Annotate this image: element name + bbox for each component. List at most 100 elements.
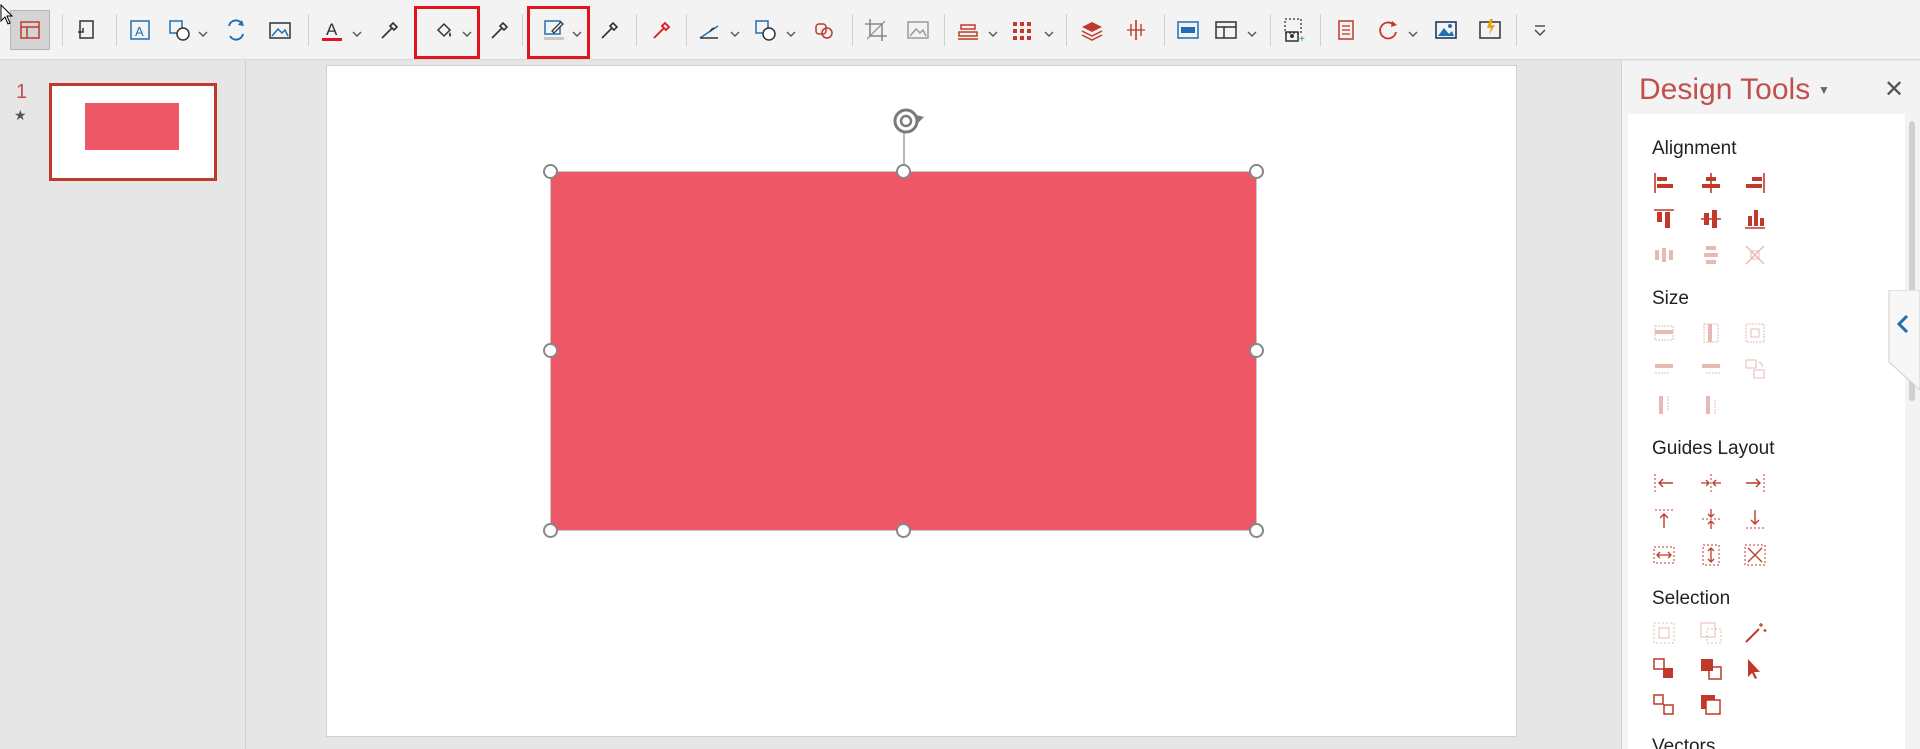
rotate-handle-icon[interactable] [886,103,926,139]
guide-center-arrows-icon[interactable] [1698,470,1724,496]
svg-text:A: A [326,20,338,39]
select-same-fill-icon[interactable] [1651,620,1677,646]
guide-top-arrow-icon[interactable] [1651,506,1677,532]
same-height-icon[interactable] [1698,320,1724,346]
resize-handle-bottom[interactable] [896,523,911,538]
crop-button[interactable] [856,10,896,50]
same-width-icon[interactable] [1651,320,1677,346]
presentation-button[interactable] [1470,10,1510,50]
selected-rectangle-shape[interactable] [550,171,1257,531]
stretch-left-icon[interactable] [1651,356,1677,382]
select-same-outline-icon[interactable] [1698,620,1724,646]
align-top-icon[interactable] [1651,206,1677,232]
guide-right-arrow-icon[interactable] [1742,470,1768,496]
toolbar-separator [1320,14,1321,46]
outline-eyedropper-button[interactable] [590,10,630,50]
toolbar: A A + [0,0,1920,60]
chevron-down-icon[interactable] [785,26,797,37]
more-icon [1534,25,1546,36]
guide-fit-all-icon[interactable] [1742,542,1768,568]
resize-handle-top-left[interactable] [543,164,558,179]
stretch-top-icon[interactable] [1651,392,1677,418]
rotate-image-icon [78,20,94,39]
notes-button[interactable] [1326,10,1366,50]
guide-bottom-arrow-icon[interactable] [1742,506,1768,532]
resize-handle-top-right[interactable] [1249,164,1264,179]
layout-button[interactable] [10,10,50,50]
text-box-button[interactable]: A [120,10,160,50]
guide-fit-width-icon[interactable] [1651,542,1677,568]
align-left-icon[interactable] [1651,170,1677,196]
align-bottom-icon[interactable] [1742,206,1768,232]
refresh-button[interactable] [1368,10,1408,50]
toolbar-separator [636,14,637,46]
toolbar-separator [852,14,853,46]
resize-handle-top[interactable] [896,164,911,179]
replace-button[interactable] [216,10,256,50]
center-guides-icon [1127,20,1145,40]
select-overlap-icon[interactable] [1651,656,1677,682]
pane-title: Design Tools [1639,73,1809,106]
expand-icon[interactable] [1742,242,1768,268]
fill-eyedropper-button[interactable] [480,10,520,50]
close-icon[interactable]: ✕ [1884,75,1904,104]
resize-handle-left[interactable] [543,343,558,358]
ungroup-button[interactable] [804,10,844,50]
picture-icon [907,21,929,39]
chevron-down-icon[interactable] [197,26,209,37]
select-arrow-icon[interactable] [1742,656,1768,682]
chevron-down-icon[interactable] [351,26,363,37]
guide-fit-height-icon[interactable] [1698,542,1724,568]
color-picker-button[interactable] [642,10,682,50]
select-back-icon[interactable] [1698,692,1724,718]
align-right-icon[interactable] [1742,170,1768,196]
distribute-horizontal-icon[interactable] [1651,242,1677,268]
shape-outline-icon [755,20,776,41]
font-eyedropper-button[interactable] [370,10,410,50]
chevron-down-icon[interactable] [1407,26,1419,37]
distribute-vertical-icon[interactable] [1698,242,1724,268]
svg-text:+: + [1299,34,1305,44]
resize-handle-bottom-right[interactable] [1249,523,1264,538]
image-button[interactable] [1426,10,1466,50]
same-size-icon[interactable] [1742,320,1768,346]
font-color-button[interactable]: A [312,10,352,50]
chevron-down-icon[interactable] [1043,26,1055,37]
guide-left-arrow-icon[interactable] [1651,470,1677,496]
chevron-down-icon[interactable] [1246,26,1258,37]
replace-icon [228,19,244,41]
shape-outline-button[interactable] [746,10,786,50]
rotate-image-button[interactable] [66,10,106,50]
frame-button[interactable] [1168,10,1208,50]
select-group-icon[interactable] [1651,692,1677,718]
swap-size-icon[interactable] [1742,356,1768,382]
chevron-down-icon[interactable] [729,26,741,37]
more-button[interactable] [1520,10,1560,50]
shapes-button[interactable] [160,10,200,50]
resize-handle-right[interactable] [1249,343,1264,358]
select-front-icon[interactable] [1698,656,1724,682]
table-layout-button[interactable] [1206,10,1246,50]
pane-options-dropdown[interactable]: ▼ [1818,83,1830,97]
align-center-icon[interactable] [1698,170,1724,196]
animation-star-icon: ★ [14,107,27,123]
guide-middle-arrows-icon[interactable] [1698,506,1724,532]
screenshot-button[interactable]: + [1274,10,1314,50]
slide-thumbnail[interactable] [49,83,217,181]
picture-button[interactable] [898,10,938,50]
stretch-bottom-icon[interactable] [1698,392,1724,418]
grid-icon [1013,22,1031,40]
chevron-down-icon[interactable] [987,26,999,37]
layers-button[interactable] [1072,10,1112,50]
grid-button[interactable] [1002,10,1042,50]
center-guides-button[interactable] [1116,10,1156,50]
collapse-panel-tab[interactable] [1883,289,1920,391]
resize-handle-bottom-left[interactable] [543,523,558,538]
stretch-right-icon[interactable] [1698,356,1724,382]
insert-picture-button[interactable] [260,10,300,50]
shapes-icon [169,20,190,41]
shape-change-button[interactable] [690,10,730,50]
align-middle-icon[interactable] [1698,206,1724,232]
magic-wand-icon[interactable] [1742,620,1768,646]
align-button[interactable] [948,10,988,50]
